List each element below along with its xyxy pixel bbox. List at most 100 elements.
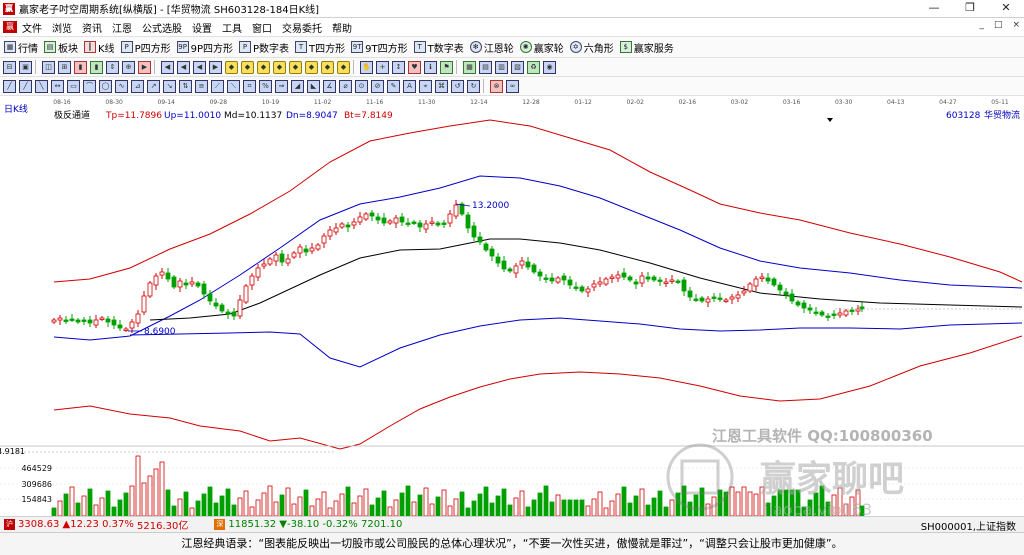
candle-down-icon[interactable]: ▮ — [90, 60, 103, 74]
minimize-button[interactable]: — — [916, 0, 952, 17]
redo-icon[interactable]: ↻ — [467, 79, 480, 93]
diamond7-icon[interactable]: ◆ — [321, 60, 334, 74]
candle-up-icon[interactable]: ▮ — [74, 60, 87, 74]
toolbar-kline-button[interactable]: ┃ K线 — [84, 40, 115, 55]
speed-icon[interactable]: ◣ — [307, 79, 320, 93]
marker-icon[interactable]: ♥ — [408, 60, 421, 74]
chart-panel[interactable]: 08-16 08-30 09-14 09-28 10-19 11-02 11-16 11-30… — [0, 96, 1024, 519]
period-icon[interactable]: ▣ — [19, 60, 32, 74]
infinity-icon[interactable]: ∞ — [506, 79, 519, 93]
volume-bar — [579, 499, 585, 517]
restore-button[interactable]: ❐ — [952, 0, 988, 17]
close-button[interactable]: ✕ — [988, 0, 1024, 17]
cmd-icon[interactable]: ⌘ — [435, 79, 448, 93]
wave-icon[interactable]: ∿ — [115, 79, 128, 93]
arrow-down-icon[interactable]: ↘ — [163, 79, 176, 93]
toolbar-sectors-button[interactable]: ▤ 板块 — [44, 40, 78, 55]
measure-icon[interactable]: ↕ — [392, 60, 405, 74]
diamond3-icon[interactable]: ◆ — [257, 60, 270, 74]
circle-icon[interactable]: ◯ — [99, 79, 112, 93]
toolbar-9t-square-button[interactable]: 9T 9T四方形 — [351, 40, 408, 55]
menu-formula[interactable]: 公式选股 — [137, 20, 187, 35]
grid-toggle-icon[interactable]: ⊞ — [58, 60, 71, 74]
flag-icon[interactable]: ▶ — [138, 60, 151, 74]
toolbar-gann-wheel-button[interactable]: ✻ 江恩轮 — [469, 40, 514, 55]
report-icon[interactable]: ▧ — [511, 60, 524, 74]
gann-line-icon[interactable]: ⟋ — [211, 79, 224, 93]
cycle-icon[interactable]: ⌀ — [339, 79, 352, 93]
menu-help[interactable]: 帮助 — [327, 20, 357, 35]
toolbar-hexagon-button[interactable]: ✡ 六角形 — [569, 40, 614, 55]
levels-icon[interactable]: ≡ — [195, 79, 208, 93]
step-back-icon[interactable]: ◀ — [177, 60, 190, 74]
menu-gann[interactable]: 江恩 — [107, 20, 137, 35]
layout-icon[interactable]: ⊟ — [3, 60, 16, 74]
menu-settings[interactable]: 设置 — [187, 20, 217, 35]
triangle-icon[interactable]: ⊿ — [131, 79, 144, 93]
diamond8-icon[interactable]: ◆ — [337, 60, 350, 74]
menu-browse[interactable]: 浏览 — [47, 20, 77, 35]
mdi-restore-button[interactable]: □ — [994, 20, 1003, 30]
forward-icon[interactable]: ▶ — [209, 60, 222, 74]
toolbar-p-square-button[interactable]: P P四方形 — [120, 40, 171, 55]
channel-icon[interactable]: ◢ — [291, 79, 304, 93]
toolbar-winner-wheel-button[interactable]: ✺ 赢家轮 — [519, 40, 564, 55]
arrow-up-icon[interactable]: ↗ — [147, 79, 160, 93]
color-wheel-icon[interactable]: ⊗ — [490, 79, 503, 93]
rect-icon[interactable]: ▭ — [67, 79, 80, 93]
menu-window[interactable]: 窗口 — [247, 20, 277, 35]
dropdown-marker-icon[interactable] — [827, 118, 833, 122]
diamond6-icon[interactable]: ◆ — [305, 60, 318, 74]
menu-tools[interactable]: 工具 — [217, 20, 247, 35]
target-icon[interactable]: ⊙ — [355, 79, 368, 93]
record-icon[interactable]: ◉ — [543, 60, 556, 74]
fib-icon[interactable]: ⇅ — [179, 79, 192, 93]
ray-icon[interactable]: ╱ — [19, 79, 32, 93]
toolbar-service-button[interactable]: $ 赢家服务 — [619, 40, 674, 55]
chart-type-icon[interactable]: ◫ — [42, 60, 55, 74]
zoom-icon[interactable]: ⊕ — [122, 60, 135, 74]
mdi-close-button[interactable]: × — [1012, 20, 1020, 30]
list-icon[interactable]: ▤ — [479, 60, 492, 74]
diamond4-icon[interactable]: ◆ — [273, 60, 286, 74]
hand-icon[interactable]: ✋ — [360, 60, 373, 74]
columns-icon[interactable]: ▥ — [495, 60, 508, 74]
diamond5-icon[interactable]: ◆ — [289, 60, 302, 74]
menu-trade[interactable]: 交易委托 — [277, 20, 327, 35]
parallel-icon[interactable]: ↔ — [51, 79, 64, 93]
grid-line-icon[interactable]: ⌗ — [243, 79, 256, 93]
toolbar-t-number-button[interactable]: T T数字表 — [413, 40, 464, 55]
trend-icon[interactable]: ╲ — [35, 79, 48, 93]
rewind-icon[interactable]: ◀ — [193, 60, 206, 74]
toolbar-p-number-button[interactable]: P P数字表 — [239, 40, 289, 55]
signal-icon[interactable]: ⚑ — [440, 60, 453, 74]
angle-icon[interactable]: ∡ — [323, 79, 336, 93]
toolbar-9p-square-button[interactable]: 9P 9P四方形 — [176, 40, 233, 55]
status-index-ticker[interactable]: SH000001,上证指数 — [921, 518, 1016, 533]
menu-file[interactable]: 文件 — [17, 20, 47, 35]
projection-icon[interactable]: ⇒ — [275, 79, 288, 93]
diamond1-icon[interactable]: ◆ — [225, 60, 238, 74]
line-icon[interactable]: ╱ — [3, 79, 16, 93]
crosshair-icon[interactable]: + — [376, 60, 389, 74]
scale-icon[interactable]: ⇕ — [106, 60, 119, 74]
toolbar-quotes-button[interactable]: ▦ 行情 — [4, 40, 38, 55]
text-icon[interactable]: A — [403, 79, 416, 93]
pin-icon[interactable]: ⌖ — [419, 79, 432, 93]
undo-icon[interactable]: ↺ — [451, 79, 464, 93]
table-icon[interactable]: ▦ — [463, 60, 476, 74]
info-icon[interactable]: ℹ — [424, 60, 437, 74]
menu-info[interactable]: 资讯 — [77, 20, 107, 35]
refresh-icon[interactable]: ♻ — [527, 60, 540, 74]
delete-icon[interactable]: ⊘ — [371, 79, 384, 93]
pen-icon[interactable]: ✎ — [387, 79, 400, 93]
toolbar-t-square-button[interactable]: T T四方形 — [295, 40, 345, 55]
prev-icon[interactable]: ◀ — [161, 60, 174, 74]
mdi-minimize-button[interactable]: _ — [979, 20, 984, 30]
percent-icon[interactable]: % — [259, 79, 272, 93]
gann-fan-icon[interactable]: ⟍ — [227, 79, 240, 93]
kline-chart[interactable]: 08-16 08-30 09-14 09-28 10-19 11-02 11-16 11-30… — [0, 96, 1024, 519]
diamond2-icon[interactable]: ◆ — [241, 60, 254, 74]
volume-bar — [363, 488, 369, 517]
arc-icon[interactable]: ⌒ — [83, 79, 96, 93]
